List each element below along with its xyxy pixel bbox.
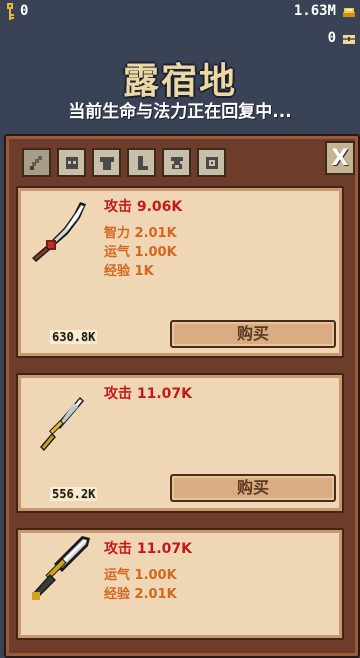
item-stat-experience: 经验 2.01K <box>104 587 177 602</box>
key-icon <box>7 3 14 20</box>
gold-amount: 1.63M <box>293 3 336 19</box>
scimitar-icon <box>32 202 86 262</box>
item-attack: 攻击 11.07K <box>104 541 193 557</box>
gold-coins-icon <box>343 8 355 17</box>
item-stat-experience: 经验 1K <box>104 264 154 279</box>
helmet-icon <box>65 156 78 169</box>
dagger-icon <box>40 397 84 451</box>
ring-icon <box>170 156 183 169</box>
tab-weapon[interactable] <box>22 148 51 177</box>
tab-amulet[interactable] <box>197 148 226 177</box>
chest-icon <box>343 35 355 44</box>
item-attack: 攻击 11.07K <box>104 386 193 402</box>
item-stat-luck: 运气 1.00K <box>104 245 177 260</box>
shop-item-card[interactable]: 攻击 9.06K 智力 2.01K 运气 1.00K 经验 1K 630.8K … <box>16 186 344 358</box>
armor-icon <box>99 156 114 170</box>
item-price: 556.2K <box>50 487 98 501</box>
item-price: 630.8K <box>50 330 98 344</box>
shop-item-card[interactable]: 攻击 11.07K 运气 1.00K 经验 2.01K <box>16 528 344 640</box>
boots-icon <box>137 155 148 170</box>
status-bar: 0 1.63M 0 <box>0 0 360 48</box>
item-stat-luck: 运气 1.00K <box>104 568 177 583</box>
key-count: 0 <box>20 3 29 19</box>
sword-icon <box>29 155 42 170</box>
tab-armor[interactable] <box>92 148 121 177</box>
tab-ring[interactable] <box>162 148 191 177</box>
tab-helmet[interactable] <box>57 148 86 177</box>
equipment-tabs <box>22 148 226 178</box>
close-button[interactable]: X <box>325 141 355 175</box>
amulet-icon <box>205 156 218 169</box>
item-stat-intelligence: 智力 2.01K <box>104 226 177 241</box>
buy-button[interactable]: 购买 <box>170 320 336 348</box>
shop-item-card[interactable]: 攻击 11.07K 556.2K 购买 <box>16 373 344 513</box>
gem-count: 0 <box>327 30 336 46</box>
location-subtitle: 当前生命与法力正在回复中... <box>68 102 292 122</box>
broadsword-icon <box>32 536 90 600</box>
buy-button[interactable]: 购买 <box>170 474 336 502</box>
item-attack: 攻击 9.06K <box>104 199 183 215</box>
tab-boots[interactable] <box>127 148 156 177</box>
